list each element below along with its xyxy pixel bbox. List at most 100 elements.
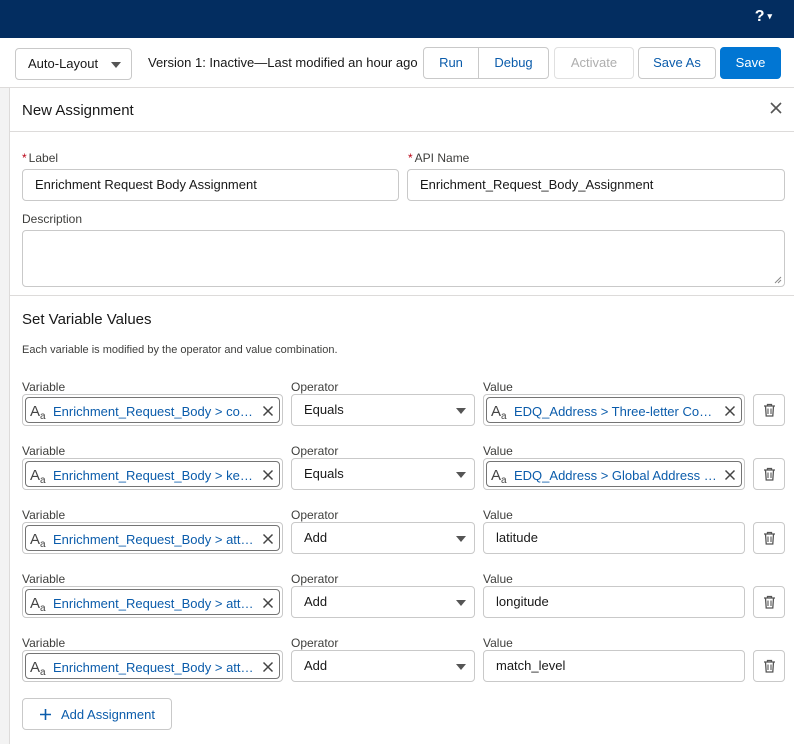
variable-resource-pill[interactable]: Aa Enrichment_Request_Body > attributes: [25, 525, 280, 551]
resize-handle-icon[interactable]: [774, 276, 782, 284]
operator-value: Add: [304, 594, 328, 609]
variable-input[interactable]: Aa Enrichment_Request_Body > attributes: [22, 650, 283, 682]
description-field-label: Description: [22, 212, 83, 226]
text-resource-icon: Aa: [30, 403, 46, 421]
save-button[interactable]: Save: [720, 47, 781, 79]
operator-select[interactable]: Equals: [291, 394, 475, 426]
layout-mode-select[interactable]: Auto-Layout: [15, 48, 132, 80]
delete-row-button[interactable]: [753, 522, 785, 554]
variable-label: Variable: [22, 636, 66, 650]
delete-icon: [764, 467, 775, 481]
value-resource-pill[interactable]: Aa EDQ_Address > Global Address Key: [486, 461, 742, 487]
add-assignment-button[interactable]: Add Assignment: [22, 698, 172, 730]
save-as-button[interactable]: Save As: [638, 47, 716, 79]
activate-button: Activate: [554, 47, 634, 79]
assignment-row: Variable Operator Value Aa Enrichment_Reques…: [0, 380, 794, 444]
operator-label: Operator: [291, 380, 339, 394]
clear-icon[interactable]: [262, 661, 274, 673]
variable-resource-pill[interactable]: Aa Enrichment_Request_Body > countryISO3: [25, 397, 280, 423]
text-resource-icon: Aa: [30, 595, 46, 613]
text-resource-icon: Aa: [491, 467, 507, 485]
svg-text:a: a: [40, 539, 46, 549]
label-input[interactable]: Enrichment Request Body Assignment: [22, 169, 399, 201]
chevron-down-icon: ▾: [767, 11, 772, 21]
description-textarea[interactable]: [22, 230, 785, 287]
value-input[interactable]: latitude: [483, 522, 745, 554]
svg-text:A: A: [491, 467, 501, 484]
variable-label: Variable: [22, 508, 66, 522]
delete-icon: [764, 659, 775, 673]
operator-value: Equals: [304, 402, 344, 417]
svg-text:a: a: [501, 411, 507, 421]
clear-icon[interactable]: [724, 405, 736, 417]
debug-button[interactable]: Debug: [478, 47, 549, 79]
help-menu-button[interactable]: ? ▾: [755, 8, 772, 26]
clear-icon[interactable]: [262, 405, 274, 417]
variable-resource-pill[interactable]: Aa Enrichment_Request_Body > attributes: [25, 589, 280, 615]
value-input[interactable]: longitude: [483, 586, 745, 618]
assignment-row: Variable Operator Value Aa Enrichment_Reques…: [0, 636, 794, 700]
variable-input[interactable]: Aa Enrichment_Request_Body > attributes: [22, 522, 283, 554]
variable-label: Variable: [22, 380, 66, 394]
help-icon: ?: [754, 8, 765, 25]
operator-select[interactable]: Add: [291, 522, 475, 554]
chevron-down-icon: [456, 472, 466, 478]
api-name-input[interactable]: Enrichment_Request_Body_Assignment: [407, 169, 785, 201]
delete-row-button[interactable]: [753, 394, 785, 426]
operator-label: Operator: [291, 444, 339, 458]
label-field-label: * Label: [22, 151, 58, 165]
variable-resource-pill[interactable]: Aa Enrichment_Request_Body > attributes: [25, 653, 280, 679]
svg-text:A: A: [30, 659, 40, 676]
variable-resource-text: Enrichment_Request_Body > attributes: [53, 532, 255, 547]
value-resource-text: EDQ_Address > Three-letter Country Code: [514, 404, 717, 419]
value-label: Value: [483, 636, 513, 650]
value-resource-pill[interactable]: Aa EDQ_Address > Three-letter Country Cod…: [486, 397, 742, 423]
clear-icon[interactable]: [262, 469, 274, 481]
panel-title: New Assignment: [22, 102, 134, 119]
variable-label: Variable: [22, 444, 66, 458]
required-mark: *: [22, 151, 27, 165]
clear-icon[interactable]: [262, 533, 274, 545]
delete-row-button[interactable]: [753, 650, 785, 682]
close-icon[interactable]: [768, 100, 784, 116]
label-field-label-text: Label: [28, 151, 59, 165]
svg-text:A: A: [30, 531, 40, 548]
version-status: Version 1: Inactive—Last modified an hou…: [148, 55, 418, 70]
operator-label: Operator: [291, 572, 339, 586]
value-label: Value: [483, 508, 513, 522]
text-resource-icon: Aa: [491, 403, 507, 421]
api-name-field-label: * API Name: [408, 151, 469, 165]
value-input[interactable]: Aa EDQ_Address > Three-letter Country Cod…: [483, 394, 745, 426]
svg-text:A: A: [491, 403, 501, 420]
value-label: Value: [483, 380, 513, 394]
variable-input[interactable]: Aa Enrichment_Request_Body > keys > 0: [22, 458, 283, 490]
delete-row-button[interactable]: [753, 458, 785, 490]
delete-icon: [764, 403, 775, 417]
svg-text:a: a: [40, 603, 46, 613]
required-mark: *: [408, 151, 413, 165]
value-label: Value: [483, 572, 513, 586]
operator-select[interactable]: Equals: [291, 458, 475, 490]
chevron-down-icon: [456, 600, 466, 606]
variable-resource-text: Enrichment_Request_Body > attributes: [53, 596, 255, 611]
variable-input[interactable]: Aa Enrichment_Request_Body > attributes: [22, 586, 283, 618]
operator-select[interactable]: Add: [291, 650, 475, 682]
svg-text:A: A: [30, 403, 40, 420]
operator-select[interactable]: Add: [291, 586, 475, 618]
assignment-row: Variable Operator Value Aa Enrichment_Reques…: [0, 572, 794, 636]
svg-text:a: a: [40, 667, 46, 677]
builder-toolbar: Auto-Layout Version 1: Inactive—Last mod…: [0, 38, 794, 88]
section-description: Each variable is modified by the operato…: [22, 344, 338, 356]
clear-icon[interactable]: [724, 469, 736, 481]
svg-text:A: A: [30, 467, 40, 484]
value-resource-text: EDQ_Address > Global Address Key: [514, 468, 717, 483]
run-button[interactable]: Run: [423, 47, 479, 79]
chevron-down-icon: [456, 536, 466, 542]
delete-row-button[interactable]: [753, 586, 785, 618]
value-input[interactable]: match_level: [483, 650, 745, 682]
variable-input[interactable]: Aa Enrichment_Request_Body > countryISO3: [22, 394, 283, 426]
variable-resource-pill[interactable]: Aa Enrichment_Request_Body > keys > 0: [25, 461, 280, 487]
text-resource-icon: Aa: [30, 659, 46, 677]
clear-icon[interactable]: [262, 597, 274, 609]
value-input[interactable]: Aa EDQ_Address > Global Address Key: [483, 458, 745, 490]
